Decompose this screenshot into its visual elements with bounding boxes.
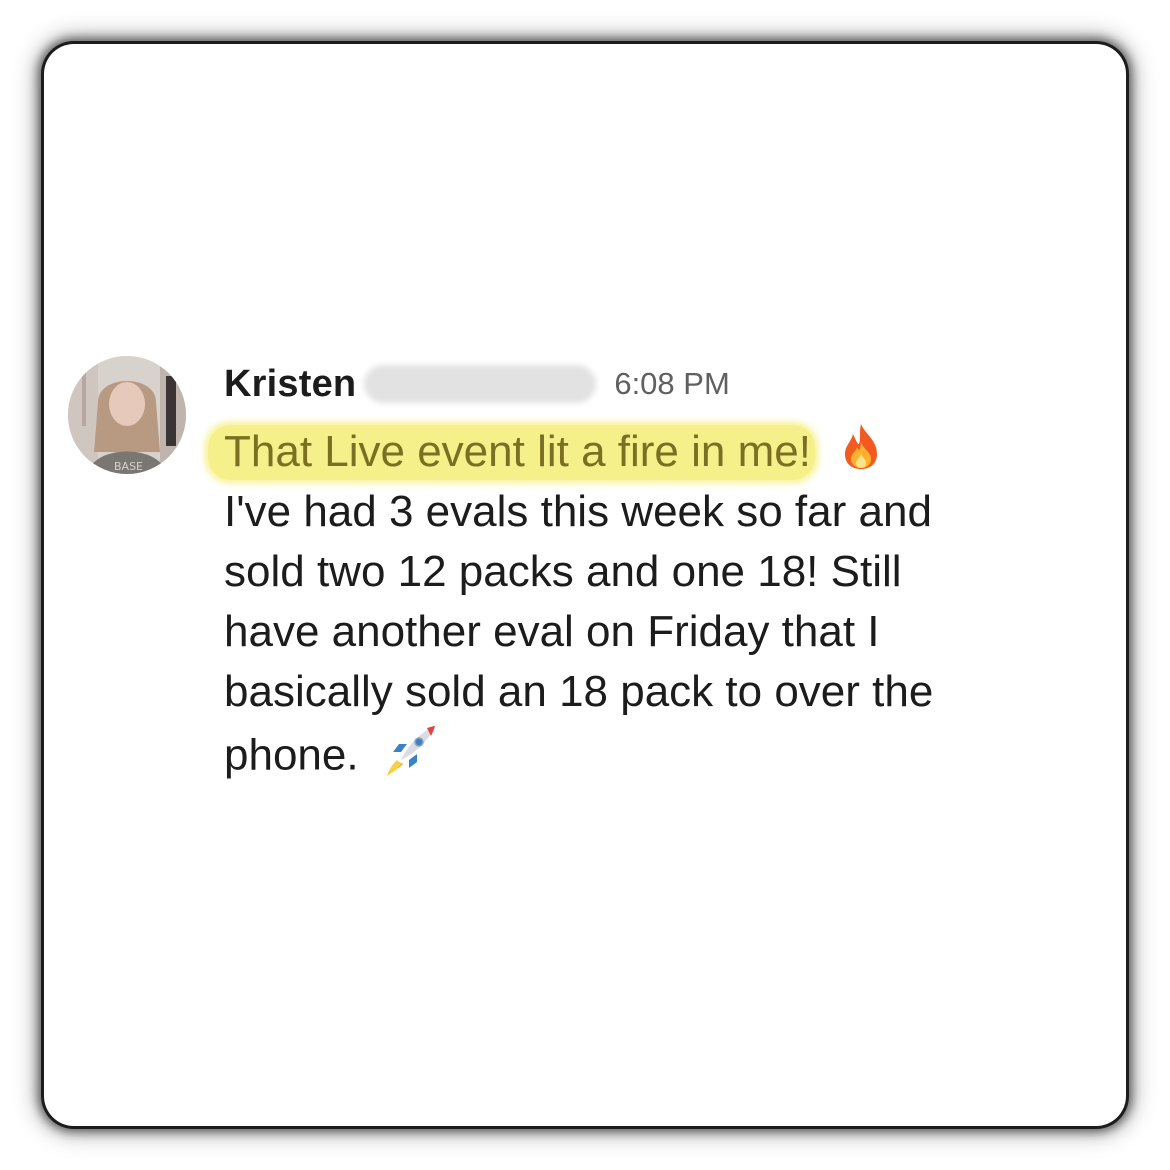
message-header: Kristen 6:08 PM [224,358,730,410]
message-timestamp[interactable]: 6:08 PM [614,366,729,402]
highlighted-text: That Live event lit a fire in me! [208,425,815,480]
body-line-5: phone. [224,730,359,780]
highlighted-line: That Live event lit a fire in me! [208,422,1084,482]
avatar[interactable]: BASE [68,356,186,474]
body-line-3: have another eval on Friday that I [224,607,880,656]
body-line-1: I've had 3 evals this week so far and [224,487,932,536]
body-last-line: phone. [224,722,1084,782]
sender-name[interactable]: Kristen [224,363,356,406]
svg-text:BASE: BASE [114,460,143,473]
rocket-emoji-icon [383,722,439,794]
message-body: That Live event lit a fire in me! I've h… [208,422,1084,782]
body-line-2: sold two 12 packs and one 18! Still [224,547,902,596]
body-line-4: basically sold an 18 pack to over the [224,667,934,716]
screenshot-frame: BASE Kristen 6:08 PM That Live event lit… [0,0,1170,1170]
fire-emoji-icon [839,422,883,486]
redacted-last-name [364,365,597,403]
